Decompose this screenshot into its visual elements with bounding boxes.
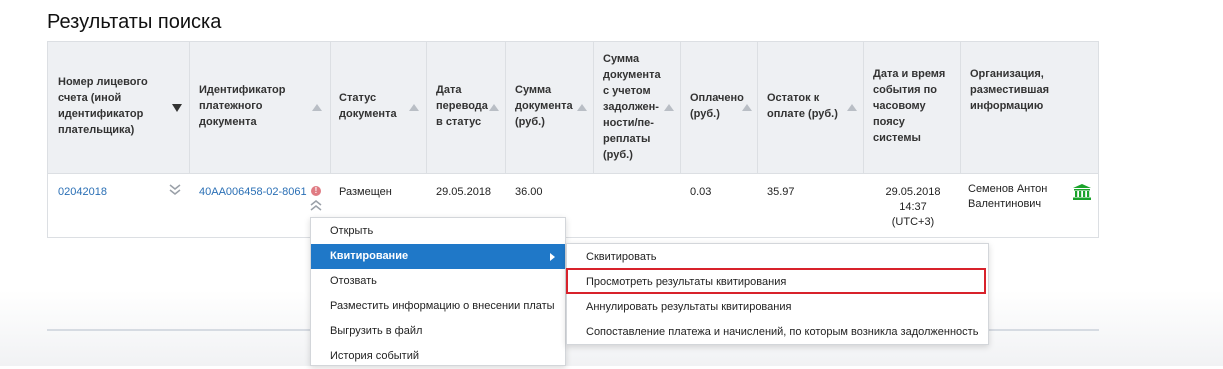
sort-asc-icon[interactable] xyxy=(489,104,499,111)
organization-cell: Семенов Антон Валентинович xyxy=(968,183,1048,210)
header-payment-id[interactable]: Идентификатор платежного документа xyxy=(199,82,309,130)
status-cell: Размещен xyxy=(339,186,392,198)
account-link[interactable]: 02042018 xyxy=(58,185,107,200)
collapse-chevron-icon[interactable] xyxy=(310,200,322,212)
results-table: Номер лицевого счета (иной идентификатор… xyxy=(47,41,1099,238)
bank-icon[interactable] xyxy=(1073,184,1091,200)
sort-asc-icon[interactable] xyxy=(577,104,587,111)
payment-id-link[interactable]: 40AA006458-02-8061 xyxy=(199,185,307,200)
remaining-cell: 35.97 xyxy=(767,186,795,198)
submenu-arrow-icon xyxy=(550,253,555,261)
menu-item-post-payment-info[interactable]: Разместить информацию о внесении платы xyxy=(311,294,565,319)
menu-item-reconciliation[interactable]: Квитирование xyxy=(311,244,565,269)
submenu-item-match-payment[interactable]: Сопоставление платежа и начислений, по к… xyxy=(567,320,988,345)
header-paid[interactable]: Оплачено (руб.) xyxy=(690,90,750,122)
highlight-box xyxy=(566,268,986,294)
event-time-cell: 29.05.2018 14:37 (UTC+3) xyxy=(885,186,941,228)
status-date-cell: 29.05.2018 xyxy=(436,186,492,198)
header-status[interactable]: Статус документа xyxy=(339,90,409,122)
sort-asc-icon[interactable] xyxy=(409,104,419,111)
sort-asc-icon[interactable] xyxy=(742,104,752,111)
sort-desc-icon[interactable] xyxy=(172,104,182,112)
menu-item-open[interactable]: Открыть xyxy=(311,219,565,244)
divider xyxy=(47,329,310,331)
reconciliation-submenu: Сквитировать Просмотреть результаты квит… xyxy=(566,243,989,345)
submenu-item-cancel-results[interactable]: Аннулировать результаты квитирования xyxy=(567,295,988,320)
sort-asc-icon[interactable] xyxy=(312,104,322,111)
menu-item-revoke[interactable]: Отозвать xyxy=(311,269,565,294)
paid-cell: 0.03 xyxy=(690,186,712,198)
header-account[interactable]: Номер лицевого счета (иной идентификатор… xyxy=(58,74,168,138)
sort-asc-icon[interactable] xyxy=(664,104,674,111)
header-event-time: Дата и время события по часовому поясу с… xyxy=(873,68,946,144)
page-title: Результаты поиска xyxy=(47,11,222,33)
sort-asc-icon[interactable] xyxy=(847,104,857,111)
header-doc-sum[interactable]: Сумма документа (руб.) xyxy=(515,82,585,130)
header-remaining[interactable]: Остаток к оплате (руб.) xyxy=(767,90,857,122)
menu-item-export-file[interactable]: Выгрузить в файл xyxy=(311,319,565,344)
error-icon[interactable]: ! xyxy=(311,186,321,196)
doc-sum-cell: 36.00 xyxy=(515,186,543,198)
menu-item-event-history[interactable]: История событий xyxy=(311,344,565,369)
header-debt-sum[interactable]: Сумма документа с учетом задолжен- ности… xyxy=(603,51,673,163)
header-status-date[interactable]: Дата перевода в статус xyxy=(436,82,496,130)
divider xyxy=(988,329,1099,331)
submenu-item-reconcile[interactable]: Сквитировать xyxy=(567,245,988,270)
expand-chevron-icon[interactable] xyxy=(169,184,181,196)
context-menu: Открыть Квитирование Отозвать Разместить… xyxy=(310,217,566,366)
header-organization: Организация, разместившая информацию xyxy=(970,68,1050,112)
